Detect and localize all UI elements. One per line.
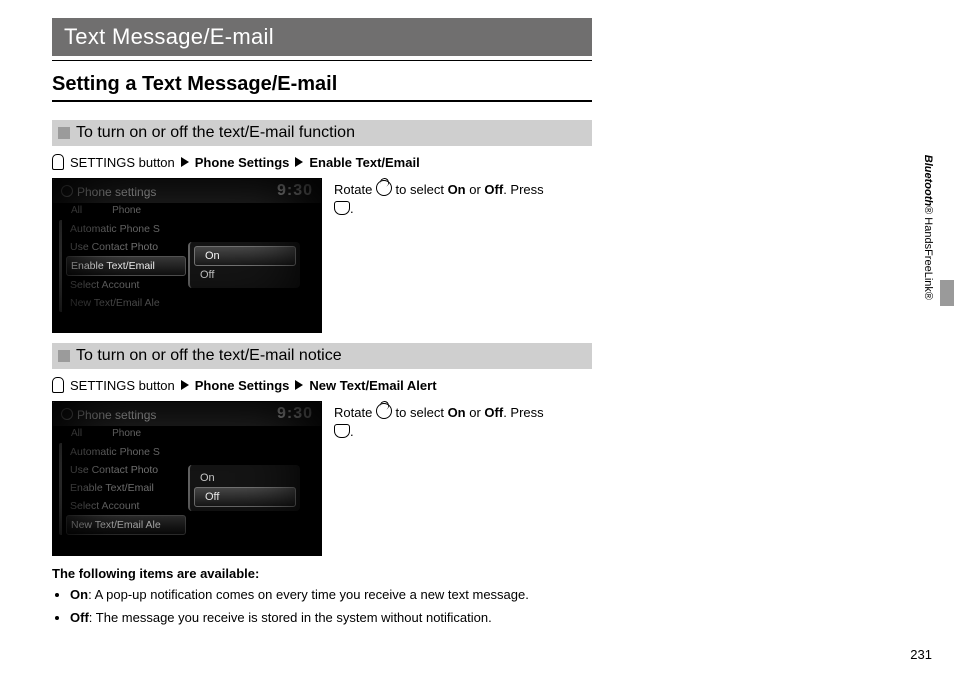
device-titlebar: Phone settings 9:30 bbox=[53, 402, 321, 426]
list-item: On: A pop-up notification comes on every… bbox=[70, 587, 592, 602]
square-bullet-icon bbox=[58, 127, 70, 139]
device-option-list: Automatic Phone S Use Contact Photo Enab… bbox=[59, 443, 186, 535]
device-popup-option: On bbox=[190, 469, 300, 487]
device-title: Phone settings bbox=[77, 185, 156, 199]
side-tab-marker bbox=[940, 280, 954, 306]
device-popup-option: Off bbox=[190, 266, 300, 284]
device-popup: On Off bbox=[188, 242, 300, 288]
device-option: Use Contact Photo bbox=[66, 461, 186, 479]
device-tab-all: All bbox=[71, 205, 82, 216]
available-items-list: On: A pop-up notification comes on every… bbox=[52, 587, 592, 625]
gear-icon bbox=[61, 408, 73, 420]
device-tab-phone: Phone bbox=[112, 205, 141, 216]
triangle-icon bbox=[181, 157, 189, 167]
device-option: Automatic Phone S bbox=[66, 443, 186, 461]
section2-breadcrumb: SETTINGS button Phone Settings New Text/… bbox=[52, 377, 592, 393]
device-tabs: All Phone bbox=[53, 203, 321, 218]
page-title-bar: Text Message/E-mail bbox=[52, 18, 592, 56]
crumb-text: Phone Settings bbox=[195, 378, 290, 393]
section2-block: Phone settings 9:30 All Phone Automatic … bbox=[52, 401, 592, 556]
device-option: Automatic Phone S bbox=[66, 220, 186, 238]
section1-heading: To turn on or off the text/E-mail functi… bbox=[52, 120, 592, 146]
device-title: Phone settings bbox=[77, 408, 156, 422]
device-option: Use Contact Photo bbox=[66, 238, 186, 256]
press-knob-icon bbox=[334, 424, 350, 438]
section1-heading-text: To turn on or off the text/E-mail functi… bbox=[76, 124, 355, 142]
device-popup-option-selected: Off bbox=[194, 487, 296, 507]
device-titlebar: Phone settings 9:30 bbox=[53, 179, 321, 203]
section1-block: Phone settings 9:30 All Phone Automatic … bbox=[52, 178, 592, 333]
device-option: Select Account bbox=[66, 276, 186, 294]
section2-heading: To turn on or off the text/E-mail notice bbox=[52, 343, 592, 369]
section2-description: Rotate to select On or Off. Press . bbox=[334, 401, 544, 441]
device-option: Enable Text/Email bbox=[66, 479, 186, 497]
device-screenshot-1: Phone settings 9:30 All Phone Automatic … bbox=[52, 178, 322, 333]
crumb-text: Phone Settings bbox=[195, 155, 290, 170]
device-option: Select Account bbox=[66, 497, 186, 515]
triangle-icon bbox=[295, 380, 303, 390]
device-tabs: All Phone bbox=[53, 426, 321, 441]
device-screenshot-2: Phone settings 9:30 All Phone Automatic … bbox=[52, 401, 322, 556]
side-section-label: Bluetooth® HandsFreeLink® bbox=[922, 155, 934, 300]
rotate-knob-icon bbox=[376, 180, 392, 196]
device-option-selected: New Text/Email Ale bbox=[66, 515, 186, 535]
section1-description: Rotate to select On or Off. Press . bbox=[334, 178, 544, 218]
rotate-knob-icon bbox=[376, 403, 392, 419]
crumb-text: SETTINGS button bbox=[70, 155, 175, 170]
crumb-text: New Text/Email Alert bbox=[309, 378, 436, 393]
finger-icon bbox=[52, 154, 64, 170]
section1-breadcrumb: SETTINGS button Phone Settings Enable Te… bbox=[52, 154, 592, 170]
section2-heading-text: To turn on or off the text/E-mail notice bbox=[76, 347, 342, 365]
crumb-text: Enable Text/Email bbox=[309, 155, 419, 170]
device-option-list: Automatic Phone S Use Contact Photo Enab… bbox=[59, 220, 186, 312]
page-subtitle: Setting a Text Message/E-mail bbox=[52, 73, 592, 102]
triangle-icon bbox=[181, 380, 189, 390]
title-underline bbox=[52, 60, 592, 61]
available-items-heading: The following items are available: bbox=[52, 566, 592, 581]
device-tab-phone: Phone bbox=[112, 428, 141, 439]
press-knob-icon bbox=[334, 201, 350, 215]
crumb-text: SETTINGS button bbox=[70, 378, 175, 393]
gear-icon bbox=[61, 185, 73, 197]
triangle-icon bbox=[295, 157, 303, 167]
device-popup: On Off bbox=[188, 465, 300, 511]
device-clock: 9:30 bbox=[277, 405, 313, 423]
finger-icon bbox=[52, 377, 64, 393]
device-option: New Text/Email Ale bbox=[66, 294, 186, 312]
device-option-selected: Enable Text/Email bbox=[66, 256, 186, 276]
device-popup-option-selected: On bbox=[194, 246, 296, 266]
list-item: Off: The message you receive is stored i… bbox=[70, 610, 592, 625]
device-clock: 9:30 bbox=[277, 182, 313, 200]
page-number: 231 bbox=[910, 647, 932, 662]
square-bullet-icon bbox=[58, 350, 70, 362]
device-tab-all: All bbox=[71, 428, 82, 439]
